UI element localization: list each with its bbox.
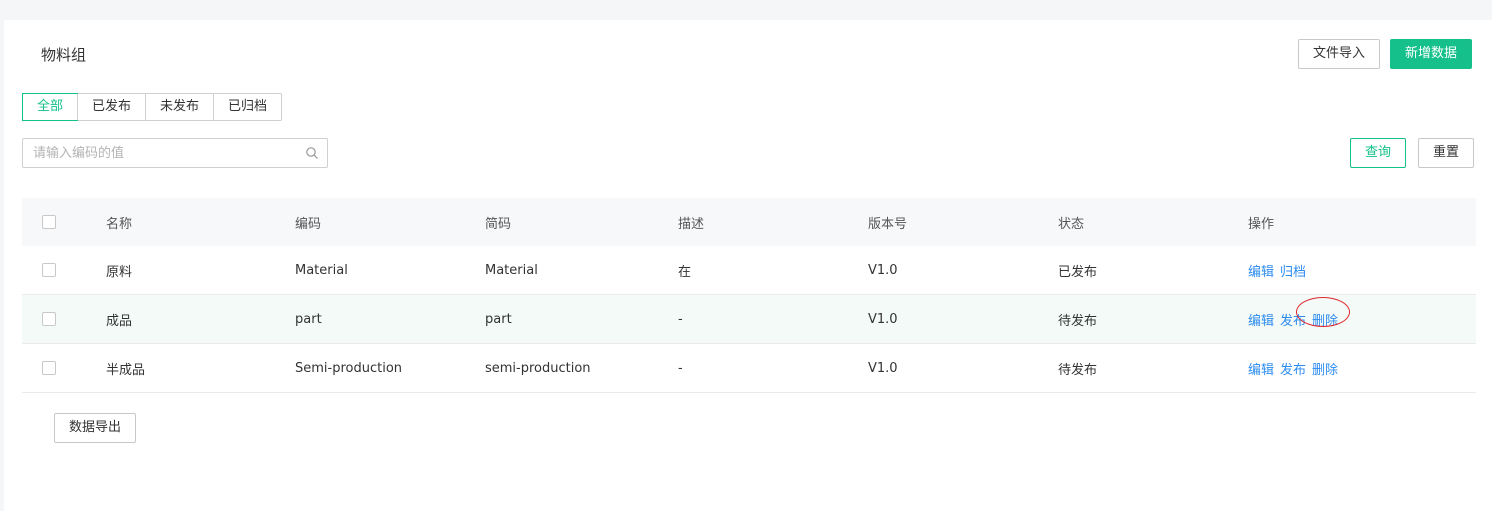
cell-code: Material — [295, 262, 348, 278]
add-data-button[interactable]: 新增数据 — [1390, 39, 1473, 69]
select-all-cell — [22, 215, 106, 229]
export-data-button[interactable]: 数据导出 — [54, 413, 137, 443]
status-tabs: 全部 已发布 未发布 已归档 — [22, 93, 283, 121]
row-select-cell — [22, 263, 106, 277]
header-code: 编码 — [295, 216, 322, 232]
header-ops: 操作 — [1248, 216, 1275, 232]
cell-abbr: semi-production — [485, 360, 591, 376]
select-all-checkbox[interactable] — [42, 215, 56, 229]
delete-link[interactable]: 删除 — [1312, 314, 1338, 329]
cell-ops: 编辑 发布 删除 — [1248, 359, 1476, 378]
header-version: 版本号 — [868, 216, 908, 232]
cell-abbr: part — [485, 311, 512, 327]
cell-code: Semi-production — [295, 360, 403, 376]
page-card: 物料组 文件导入 新增数据 全部 已发布 未发布 已归档 查询 重置 名称 编码… — [4, 20, 1492, 511]
cell-status: 待发布 — [1058, 362, 1098, 378]
cell-ops: 编辑 归档 — [1248, 261, 1476, 280]
cell-desc: 在 — [678, 264, 692, 280]
reset-button[interactable]: 重置 — [1418, 138, 1475, 168]
tab-archived[interactable]: 已归档 — [213, 94, 281, 120]
cell-name: 原料 — [106, 264, 133, 280]
header-status: 状态 — [1058, 216, 1085, 232]
table-row: 成品 part part - V1.0 待发布 编辑 发布 删除 — [22, 295, 1476, 344]
cell-status: 待发布 — [1058, 313, 1098, 329]
table-row: 原料 Material Material 在 V1.0 已发布 编辑 归档 — [22, 246, 1476, 295]
publish-link[interactable]: 发布 — [1280, 314, 1306, 329]
cell-name: 半成品 — [106, 362, 146, 378]
header-abbr: 简码 — [485, 216, 512, 232]
cell-abbr: Material — [485, 262, 538, 278]
table-row: 半成品 Semi-production semi-production - V1… — [22, 344, 1476, 393]
cell-desc: - — [678, 360, 683, 376]
cell-version: V1.0 — [868, 360, 898, 376]
row-select-cell — [22, 312, 106, 326]
cell-code: part — [295, 311, 322, 327]
cell-status: 已发布 — [1058, 264, 1098, 280]
delete-link[interactable]: 删除 — [1312, 363, 1338, 378]
cell-name: 成品 — [106, 313, 133, 329]
tab-published[interactable]: 已发布 — [77, 94, 145, 120]
cell-ops: 编辑 发布 删除 — [1248, 296, 1476, 329]
edit-link[interactable]: 编辑 — [1248, 265, 1274, 280]
row-checkbox[interactable] — [42, 312, 56, 326]
search-icon[interactable] — [305, 146, 319, 160]
cell-version: V1.0 — [868, 262, 898, 278]
table-header: 名称 编码 简码 描述 版本号 状态 操作 — [22, 198, 1476, 246]
cell-desc: - — [678, 311, 683, 327]
row-checkbox[interactable] — [42, 263, 56, 277]
cell-version: V1.0 — [868, 311, 898, 327]
tab-unpublished[interactable]: 未发布 — [145, 94, 213, 120]
publish-link[interactable]: 发布 — [1280, 363, 1306, 378]
row-checkbox[interactable] — [42, 361, 56, 375]
edit-link[interactable]: 编辑 — [1248, 363, 1274, 378]
header-desc: 描述 — [678, 216, 705, 232]
archive-link[interactable]: 归档 — [1280, 265, 1306, 280]
search-box — [22, 138, 328, 168]
row-select-cell — [22, 361, 106, 375]
edit-link[interactable]: 编辑 — [1248, 314, 1274, 329]
data-table: 名称 编码 简码 描述 版本号 状态 操作 原料 Material Materi… — [22, 198, 1476, 393]
page-title: 物料组 — [41, 46, 87, 64]
file-import-button[interactable]: 文件导入 — [1298, 39, 1381, 69]
search-input[interactable] — [23, 139, 313, 167]
header-name: 名称 — [106, 216, 133, 232]
query-button[interactable]: 查询 — [1350, 138, 1407, 168]
tab-all[interactable]: 全部 — [22, 93, 79, 121]
